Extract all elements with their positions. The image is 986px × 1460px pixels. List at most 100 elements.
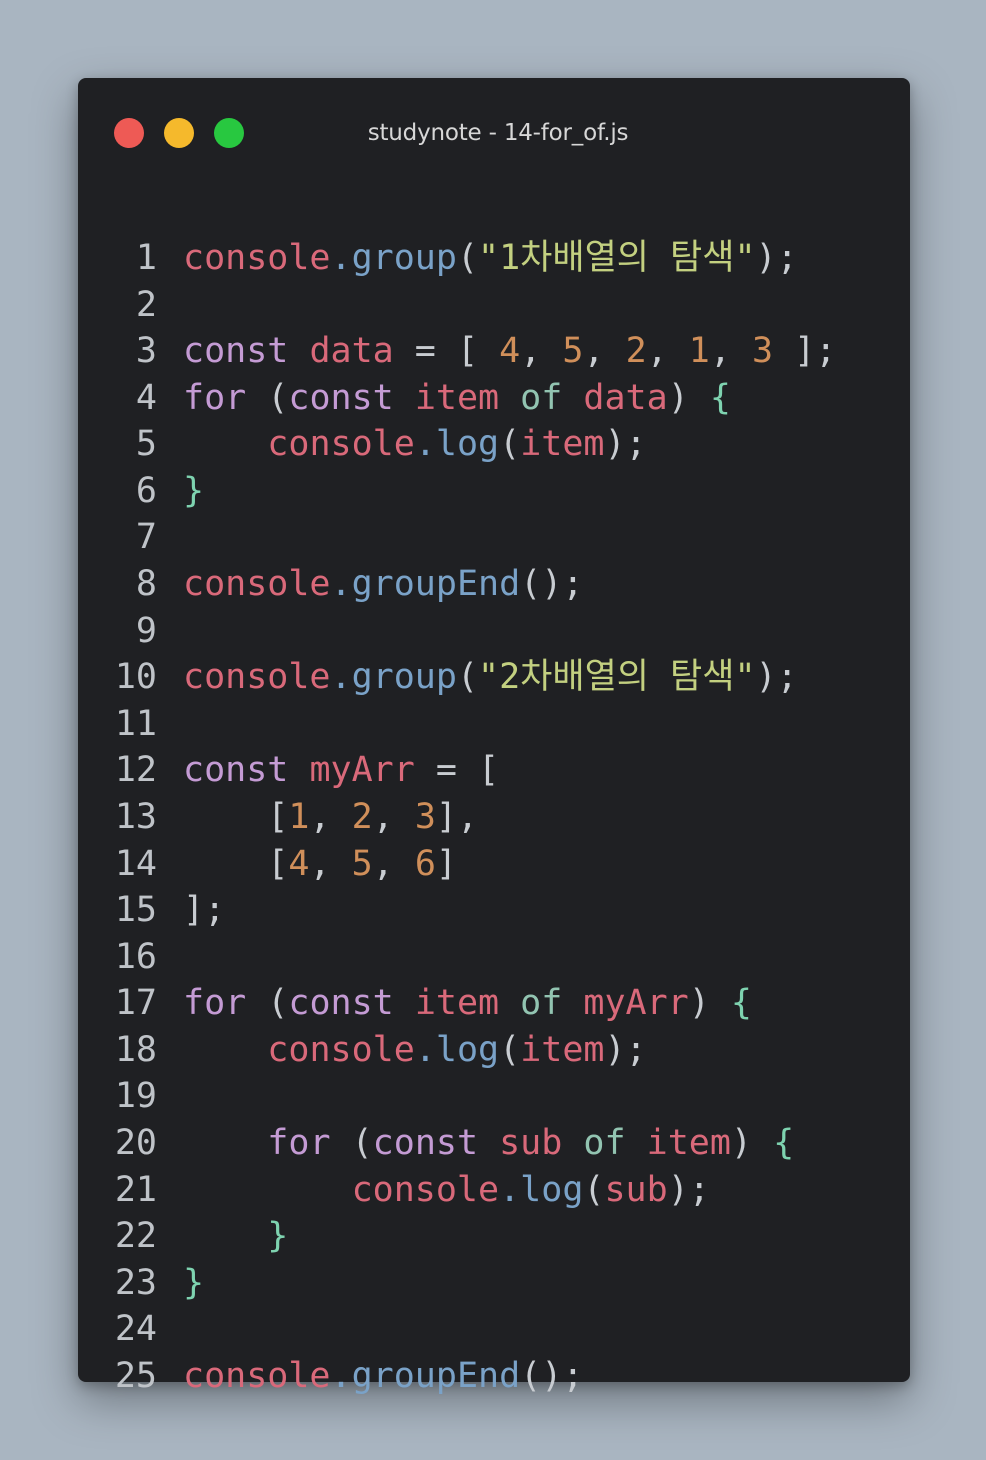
code-token: = [	[414, 750, 500, 791]
code-token: (	[499, 424, 521, 465]
code-token: );	[755, 657, 798, 698]
code-token: myArr	[309, 750, 415, 791]
code-text: for (const sub of item) {	[183, 1120, 794, 1166]
code-token: [	[183, 843, 289, 884]
code-token: ,	[309, 796, 352, 837]
code-text: console.log(item);	[183, 421, 646, 467]
code-token: 4	[288, 843, 310, 884]
code-text: console.log(sub);	[183, 1167, 710, 1213]
code-token: );	[755, 238, 798, 278]
code-token: ,	[372, 843, 415, 884]
code-token: const	[288, 983, 415, 1024]
code-line: 3 const data = [ 4, 5, 2, 1, 3 ];	[78, 328, 910, 374]
code-token: )	[667, 377, 710, 418]
line-number: 25	[114, 1355, 157, 1396]
line-number: 15	[114, 890, 157, 931]
code-token: item	[520, 1029, 605, 1070]
code-token: {	[730, 983, 752, 1024]
code-token: ();	[520, 564, 584, 605]
code-token: 1	[688, 331, 710, 372]
code-token: )	[730, 1123, 774, 1164]
window-title: studynote - 14-for_of.js	[367, 120, 629, 146]
code-text: console.groupEnd();	[183, 561, 583, 607]
code-line: 7	[78, 514, 910, 560]
code-token: "1차배열의 탐색"	[478, 238, 756, 278]
line-number: 11	[114, 703, 157, 744]
code-token: sub	[499, 1123, 584, 1164]
line-number: 5	[135, 424, 157, 465]
code-token: .	[414, 1029, 436, 1070]
code-line: 6}	[78, 468, 910, 514]
code-token: )	[688, 983, 731, 1024]
code-token: console	[267, 1029, 415, 1070]
code-token: group	[351, 238, 457, 278]
code-window: studynote - 14-for_of.js 1 console.group(…	[78, 78, 910, 1396]
code-line: 25 console.groupEnd();	[78, 1353, 910, 1399]
code-token: log	[520, 1169, 584, 1210]
code-token: group	[351, 657, 457, 698]
code-token: groupEnd	[351, 1355, 521, 1396]
code-token: of	[520, 983, 584, 1024]
code-line: 19	[78, 1073, 910, 1119]
code-token: const	[372, 1123, 500, 1164]
line-number: 6	[135, 470, 157, 511]
code-token: }	[183, 470, 205, 511]
code-token: .	[414, 424, 436, 465]
code-text: console.groupEnd();	[183, 1353, 583, 1399]
code-token: {	[709, 377, 731, 418]
code-line: 4 for (const item of data) {	[78, 375, 910, 421]
code-text: }	[183, 468, 204, 514]
code-text: const myArr = [	[183, 747, 499, 793]
title-bar: studynote - 14-for_of.js	[78, 78, 910, 188]
line-number: 22	[114, 1216, 157, 1257]
code-token: for	[267, 1123, 352, 1164]
code-line: 21 console.log(sub);	[78, 1167, 910, 1213]
code-token: ];	[773, 331, 837, 372]
code-line: 11	[78, 701, 910, 747]
code-text: [4, 5, 6]	[183, 841, 457, 887]
line-number: 8	[135, 564, 157, 605]
code-token: const	[288, 377, 415, 418]
code-token: .	[330, 564, 352, 605]
code-text: }	[183, 1213, 288, 1259]
code-text: ];	[183, 887, 225, 933]
code-token: (	[267, 983, 289, 1024]
code-line: 2	[78, 282, 910, 328]
code-token: }	[267, 1216, 289, 1257]
code-token: data	[309, 331, 394, 372]
code-token: ],	[435, 796, 479, 837]
line-number: 7	[135, 517, 157, 558]
line-number: 9	[135, 610, 157, 651]
code-token: console	[183, 564, 331, 605]
code-token: .	[499, 1169, 521, 1210]
code-token: item	[414, 377, 521, 418]
line-number: 12	[114, 750, 157, 791]
code-token: {	[773, 1123, 795, 1164]
code-line: 5 console.log(item);	[78, 421, 910, 467]
code-text: }	[183, 1260, 204, 1306]
code-text: for (const item of data) {	[183, 375, 731, 421]
code-line: 20 for (const sub of item) {	[78, 1120, 910, 1166]
code-token: (	[456, 657, 479, 698]
code-line: 8 console.groupEnd();	[78, 561, 910, 607]
code-token: data	[583, 377, 668, 418]
code-token: const	[183, 750, 310, 791]
code-token: ,	[372, 796, 415, 837]
code-token: ,	[709, 331, 753, 372]
code-line: 10 console.group("2차배열의 탐색");	[78, 654, 910, 700]
code-token: ,	[520, 331, 563, 372]
code-token: console	[183, 238, 331, 278]
code-token: ];	[183, 890, 226, 931]
code-line: 1 console.group("1차배열의 탐색");	[78, 235, 910, 281]
code-token: "2차배열의 탐색"	[478, 657, 756, 698]
line-number: 24	[114, 1309, 157, 1350]
code-token: .	[330, 238, 352, 278]
code-token: 3	[752, 331, 774, 372]
code-token: 5	[562, 331, 584, 372]
line-number: 19	[114, 1076, 157, 1117]
code-token: );	[667, 1169, 710, 1210]
